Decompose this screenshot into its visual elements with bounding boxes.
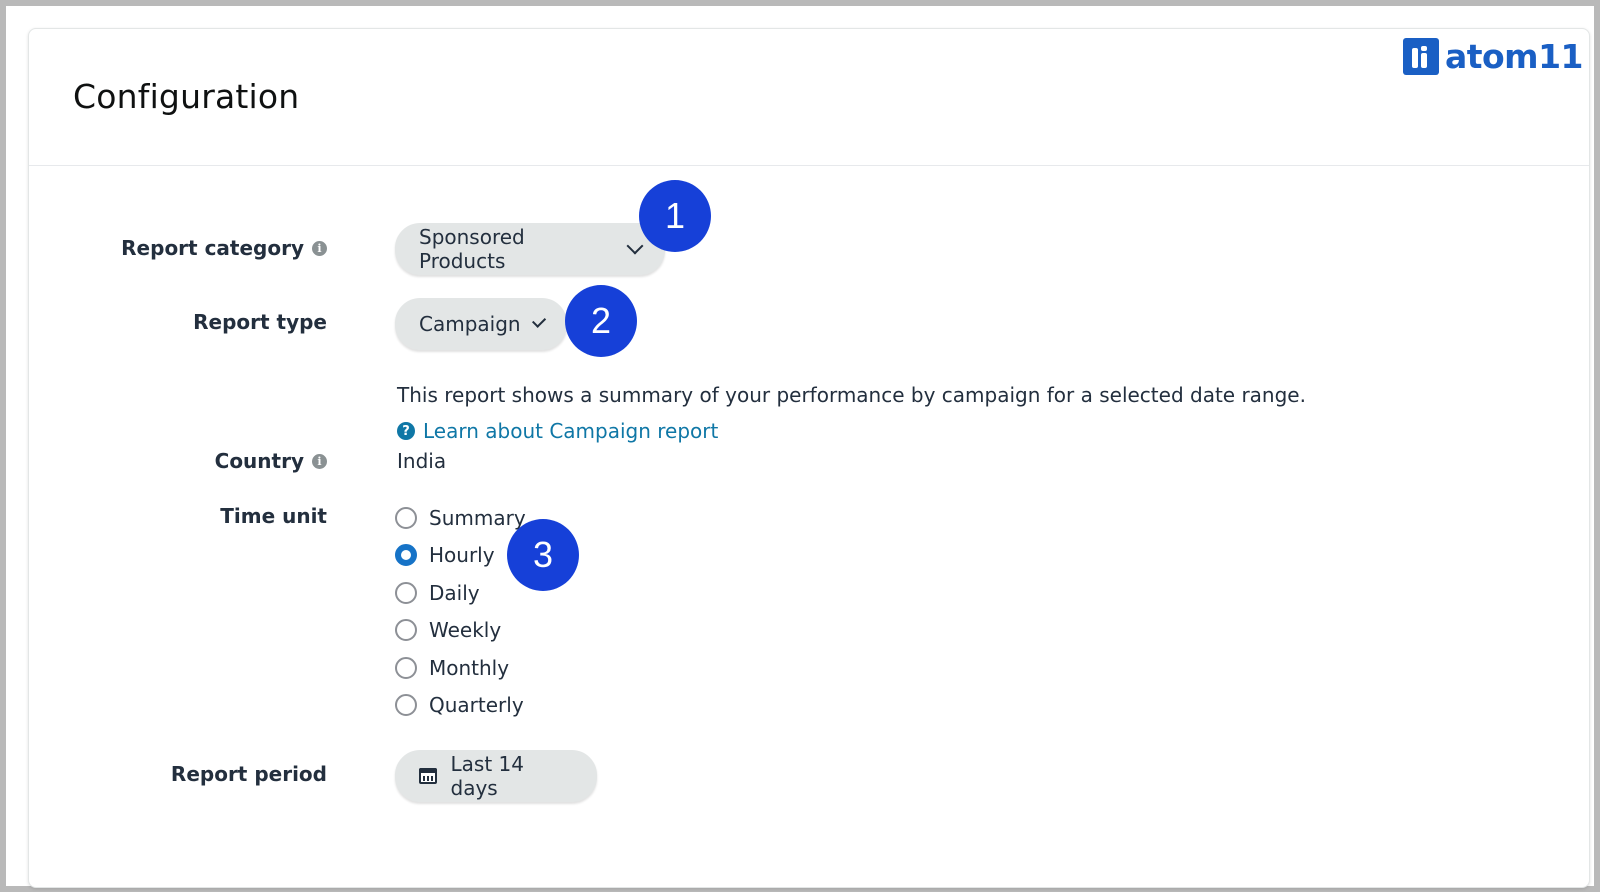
step-badge-3: 3 [507,519,579,591]
logo-mark-icon [1402,38,1439,75]
radio-monthly[interactable]: Monthly [395,653,509,683]
radio-summary[interactable]: Summary [395,503,526,533]
report-period-button[interactable]: Last 14 days [395,750,597,802]
chevron-down-icon [626,237,644,255]
radio-button[interactable] [395,507,417,529]
report-category-dropdown[interactable]: Sponsored Products [395,223,665,275]
configuration-card: Configuration atom11 Report category i S… [28,28,1590,888]
radio-weekly[interactable]: Weekly [395,615,501,645]
radio-button[interactable] [395,694,417,716]
report-category-label: Report category i [121,236,327,260]
card-header: Configuration [29,29,1589,166]
info-icon[interactable]: i [312,240,327,256]
radio-daily[interactable]: Daily [395,578,480,608]
radio-hourly[interactable]: Hourly [395,540,495,570]
report-category-value: Sponsored Products [419,225,525,273]
report-type-label: Report type [193,310,327,334]
radio-quarterly[interactable]: Quarterly [395,690,524,720]
time-unit-label: Time unit [220,504,327,528]
chevron-down-icon [531,313,547,329]
radio-button[interactable] [395,657,417,679]
report-period-value: Last 14 days [450,752,524,800]
step-badge-1: 1 [639,180,711,252]
radio-button[interactable] [395,619,417,641]
country-label: Country i [215,449,327,473]
atom11-logo: atom11 [1402,37,1584,76]
info-icon[interactable]: i [312,453,327,469]
learn-campaign-report-link[interactable]: ? Learn about Campaign report [397,419,718,443]
screenshot-frame: Configuration atom11 Report category i S… [6,6,1594,888]
logo-text: atom11 [1444,37,1584,76]
page-title: Configuration [73,77,300,116]
report-period-label: Report period [170,762,327,786]
country-value: India [397,449,447,473]
help-icon: ? [397,422,415,440]
calendar-icon [419,768,437,784]
report-type-value: Campaign [419,312,521,336]
radio-button[interactable] [395,582,417,604]
step-badge-2: 2 [565,285,637,357]
learn-link-text: Learn about Campaign report [423,419,719,443]
radio-button-checked[interactable] [395,544,417,566]
report-type-description: This report shows a summary of your perf… [397,383,1306,407]
report-type-dropdown[interactable]: Campaign [395,298,567,350]
